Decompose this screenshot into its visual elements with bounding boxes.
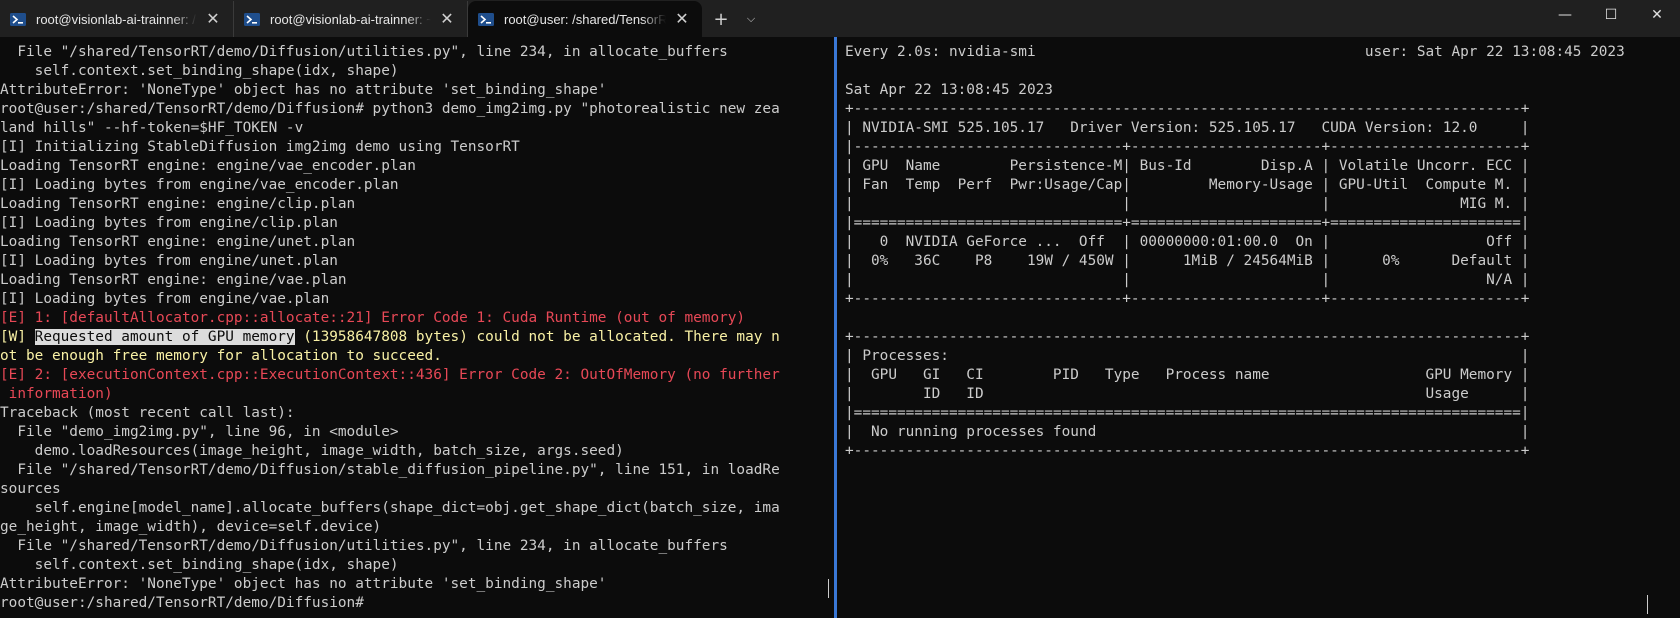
window-controls: — ☐ ✕ — [1542, 0, 1680, 32]
terminal-line: self.engine[model_name].allocate_buffers… — [0, 500, 780, 516]
nvidia-smi-line: | No running processes found | — [845, 424, 1530, 440]
terminal-line: [W] Requested amount of GPU memory (1395… — [0, 328, 832, 347]
terminal-line: self.context.set_binding_shape(idx, shap… — [0, 63, 399, 79]
terminal-line: File "demo_img2img.py", line 96, in <mod… — [0, 424, 399, 440]
terminal-line: File "/shared/TensorRT/demo/Diffusion/ut… — [0, 44, 728, 60]
nvidia-smi-line: |===============================+=======… — [845, 215, 1530, 231]
terminal-line: information) — [0, 386, 113, 402]
nvidia-smi-line — [845, 62, 1680, 81]
terminal-pane-left[interactable]: File "/shared/TensorRT/demo/Diffusion/ut… — [0, 37, 832, 618]
tab-terminal-1[interactable]: root@visionlab-ai-trainner: /sh ✕ — [0, 1, 234, 37]
terminal-line: root@user:/shared/TensorRT/demo/Diffusio… — [0, 595, 364, 611]
terminal-line: [E] 1: [defaultAllocator.cpp::allocate::… — [0, 310, 746, 326]
left-pane-scrollbar[interactable] — [828, 579, 829, 598]
nvidia-smi-line: | 0 NVIDIA GeForce ... Off | 00000000:01… — [845, 234, 1530, 250]
close-tab-icon[interactable]: ✕ — [437, 9, 457, 29]
pane-divider[interactable] — [834, 37, 837, 618]
nvidia-smi-line: Sat Apr 22 13:08:45 2023 — [845, 82, 1053, 98]
nvidia-smi-line: | ID ID Usage | — [845, 386, 1530, 402]
tab-terminal-3-active[interactable]: root@user: /shared/TensorRT/ ✕ — [468, 1, 702, 37]
terminal-line: AttributeError: 'NoneType' object has no… — [0, 576, 607, 592]
close-tab-icon[interactable]: ✕ — [203, 9, 223, 29]
minimize-button[interactable]: — — [1542, 0, 1588, 30]
terminal-line: Traceback (most recent call last): — [0, 405, 295, 421]
terminal-line: [I] Loading bytes from engine/vae_encode… — [0, 177, 399, 193]
nvidia-smi-line: +---------------------------------------… — [845, 443, 1530, 459]
terminal-line: File "/shared/TensorRT/demo/Diffusion/st… — [0, 462, 780, 478]
tab-label: root@visionlab-ai-trainner: ~ — [270, 11, 431, 27]
nvidia-smi-line: | | | N/A | — [845, 272, 1530, 288]
terminal-line: [I] Loading bytes from engine/clip.plan — [0, 215, 338, 231]
terminal-line: sources — [0, 481, 61, 497]
nvidia-smi-line: | Fan Temp Perf Pwr:Usage/Cap| Memory-Us… — [845, 177, 1530, 193]
terminal-line: land hills" --hf-token=$HF_TOKEN -v — [0, 120, 304, 136]
terminal-line: File "/shared/TensorRT/demo/Diffusion/ut… — [0, 538, 728, 554]
tab-terminal-2[interactable]: root@visionlab-ai-trainner: ~ ✕ — [234, 1, 468, 37]
powershell-icon — [244, 12, 260, 26]
nvidia-smi-line: +-------------------------------+-------… — [845, 291, 1530, 307]
terminal-line: ot be enough free memory for allocation … — [0, 348, 442, 364]
nvidia-smi-line: |=======================================… — [845, 405, 1530, 421]
maximize-button[interactable]: ☐ — [1588, 0, 1634, 30]
new-tab-button[interactable]: + — [706, 1, 736, 37]
terminal-line: demo.loadResources(image_height, image_w… — [0, 443, 624, 459]
nvidia-smi-line: | 0% 36C P8 19W / 450W | 1MiB / 24564MiB… — [845, 253, 1530, 269]
nvidia-smi-line: +---------------------------------------… — [845, 329, 1530, 345]
close-tab-icon[interactable]: ✕ — [672, 9, 692, 29]
tab-bar: root@visionlab-ai-trainner: /sh ✕ root@v… — [0, 0, 1680, 37]
nvidia-smi-line: Every 2.0s: nvidia-smi user: Sat Apr 22 … — [845, 44, 1625, 60]
terminal-pane-right[interactable]: Every 2.0s: nvidia-smi user: Sat Apr 22 … — [845, 37, 1680, 618]
terminal-line: [E] 2: [executionContext.cpp::ExecutionC… — [0, 367, 780, 383]
terminal-line: AttributeError: 'NoneType' object has no… — [0, 82, 607, 98]
terminal-line: Loading TensorRT engine: engine/unet.pla… — [0, 234, 356, 250]
nvidia-smi-line: | NVIDIA-SMI 525.105.17 Driver Version: … — [845, 120, 1530, 136]
terminal-line: self.context.set_binding_shape(idx, shap… — [0, 557, 399, 573]
text-selection[interactable]: Requested amount of GPU memory — [34, 329, 295, 345]
warn-text: (13958647808 bytes) could not be allocat… — [294, 329, 780, 345]
nvidia-smi-line: +---------------------------------------… — [845, 101, 1530, 117]
nvidia-smi-line — [845, 309, 1680, 328]
terminal-line: root@user:/shared/TensorRT/demo/Diffusio… — [0, 101, 780, 117]
right-pane-cursor — [1647, 595, 1648, 614]
terminal-line: Loading TensorRT engine: engine/clip.pla… — [0, 196, 356, 212]
terminal-line: ge_height, image_width), device=self.dev… — [0, 519, 382, 535]
powershell-icon — [478, 12, 494, 26]
nvidia-smi-line: | GPU Name Persistence-M| Bus-Id Disp.A … — [845, 158, 1530, 174]
nvidia-smi-line: | Processes: | — [845, 348, 1530, 364]
tab-dropdown-button[interactable]: ⌵ — [736, 1, 766, 37]
tab-label: root@user: /shared/TensorRT/ — [504, 11, 666, 27]
nvidia-smi-line: | GPU GI CI PID Type Process name GPU Me… — [845, 367, 1530, 383]
nvidia-smi-line: | | | MIG M. | — [845, 196, 1530, 212]
warn-prefix: [W] — [0, 329, 35, 345]
terminal-line: [I] Initializing StableDiffusion img2img… — [0, 139, 520, 155]
powershell-icon — [10, 12, 26, 26]
nvidia-smi-line: |-------------------------------+-------… — [845, 139, 1530, 155]
terminal-line: Loading TensorRT engine: engine/vae.plan — [0, 272, 347, 288]
terminal-line: Loading TensorRT engine: engine/vae_enco… — [0, 158, 416, 174]
terminal-line: [I] Loading bytes from engine/unet.plan — [0, 253, 338, 269]
window-close-button[interactable]: ✕ — [1634, 0, 1680, 30]
terminal-line: [I] Loading bytes from engine/vae.plan — [0, 291, 330, 307]
tab-label: root@visionlab-ai-trainner: /sh — [36, 11, 197, 27]
